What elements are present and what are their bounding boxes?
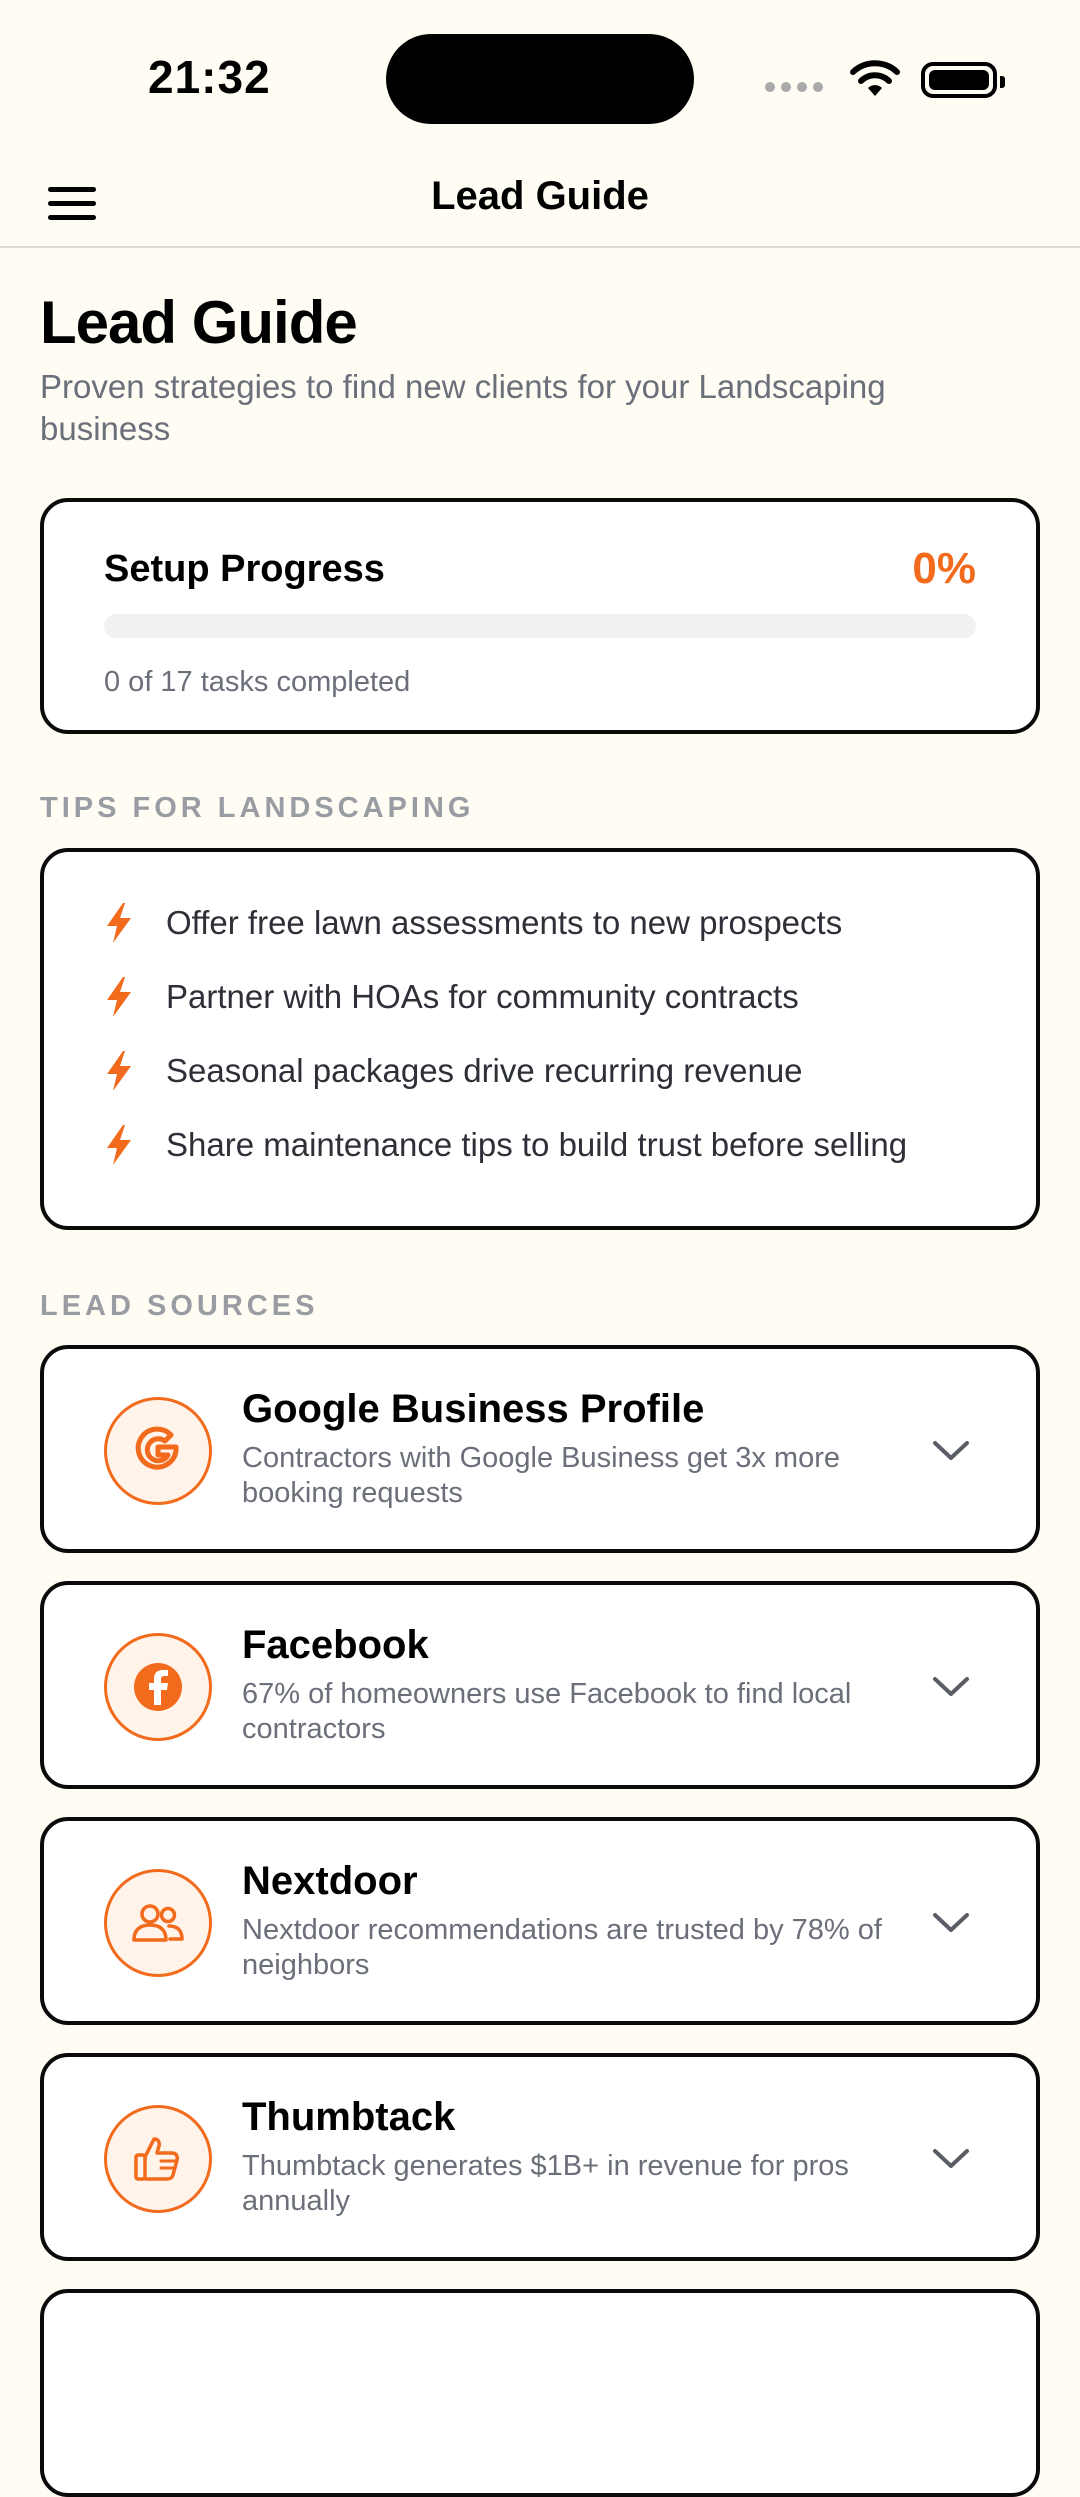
status-icons — [765, 58, 1005, 102]
facebook-icon — [104, 1633, 212, 1741]
wifi-icon — [850, 60, 900, 96]
chevron-down-icon[interactable] — [932, 1675, 970, 1699]
source-title: Google Business Profile — [242, 1387, 705, 1431]
source-title: Thumbtack — [242, 2095, 456, 2139]
lead-source-google[interactable]: Google Business Profile Contractors with… — [40, 1345, 1040, 1553]
source-description: 67% of homeowners use Facebook to find l… — [242, 1678, 852, 1745]
lead-source-partial[interactable] — [40, 2289, 1040, 2497]
tip-text: Share maintenance tips to build trust be… — [166, 1126, 908, 1163]
tip-text: Offer free lawn assessments to new prosp… — [166, 904, 843, 941]
chevron-down-icon[interactable] — [932, 1911, 970, 1935]
tip-item: Seasonal packages drive recurring revenu… — [104, 1046, 803, 1096]
page-subtitle: Proven strategies to find new clients fo… — [40, 368, 886, 447]
progress-percent: 0% — [912, 544, 976, 593]
lead-source-facebook[interactable]: Facebook 67% of homeowners use Facebook … — [40, 1581, 1040, 1789]
bolt-icon — [107, 1051, 131, 1091]
source-description: Nextdoor recommendations are trusted by … — [242, 1914, 882, 1981]
progress-note: 0 of 17 tasks completed — [104, 666, 411, 698]
tips-section-label: TIPS FOR LANDSCAPING — [40, 792, 475, 824]
source-description: Thumbtack generates $1B+ in revenue for … — [242, 2150, 849, 2217]
tip-text: Seasonal packages drive recurring revenu… — [166, 1052, 803, 1089]
chevron-down-icon[interactable] — [932, 2147, 970, 2171]
tip-item: Partner with HOAs for community contract… — [104, 972, 799, 1022]
dynamic-island — [386, 34, 694, 124]
nav-bar: Lead Guide — [0, 160, 1080, 248]
status-time: 21:32 — [148, 51, 271, 103]
status-bar: 21:32 — [0, 0, 1080, 160]
bolt-icon — [107, 903, 131, 943]
lead-sources-section-label: LEAD SOURCES — [40, 1290, 319, 1322]
battery-icon — [921, 62, 1005, 98]
google-icon — [104, 1397, 212, 1505]
source-title: Facebook — [242, 1623, 429, 1667]
people-icon — [104, 1869, 212, 1977]
progress-label: Setup Progress — [104, 548, 385, 590]
bolt-icon — [107, 977, 131, 1017]
nav-title: Lead Guide — [431, 174, 649, 218]
tip-text: Partner with HOAs for community contract… — [166, 978, 799, 1015]
bolt-icon — [107, 1125, 131, 1165]
source-description: Contractors with Google Business get 3x … — [242, 1442, 840, 1509]
source-title: Nextdoor — [242, 1859, 418, 1903]
page-title: Lead Guide — [40, 289, 358, 356]
signal-icon — [765, 82, 823, 92]
lead-source-thumbtack[interactable]: Thumbtack Thumbtack generates $1B+ in re… — [40, 2053, 1040, 2261]
lead-source-nextdoor[interactable]: Nextdoor Nextdoor recommendations are tr… — [40, 1817, 1040, 2025]
setup-progress-card: Setup Progress 0% 0 of 17 tasks complete… — [40, 498, 1040, 734]
progress-bar — [104, 614, 976, 638]
tip-item: Share maintenance tips to build trust be… — [104, 1120, 907, 1170]
chevron-down-icon[interactable] — [932, 1439, 970, 1463]
tip-item: Offer free lawn assessments to new prosp… — [104, 898, 842, 948]
tips-card: Offer free lawn assessments to new prosp… — [40, 848, 1040, 1230]
thumbs-up-icon — [104, 2105, 212, 2213]
